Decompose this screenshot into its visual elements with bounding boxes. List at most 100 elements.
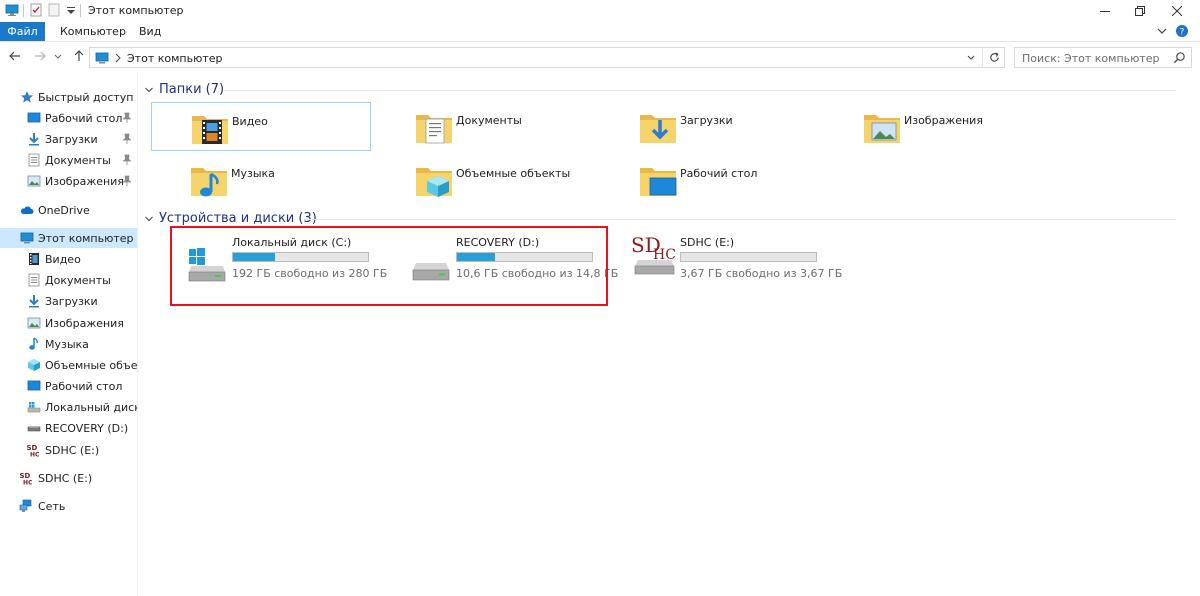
3d-objects-icon bbox=[28, 359, 40, 371]
forward-arrow-icon[interactable] bbox=[33, 49, 47, 63]
tab-file[interactable]: Файл bbox=[0, 22, 45, 41]
breadcrumb-this-pc[interactable]: Этот компьютер bbox=[127, 52, 223, 65]
drive-name: SDHC (E:) bbox=[680, 236, 735, 249]
close-button[interactable] bbox=[1154, 0, 1200, 22]
drive-tile-sdhc-e[interactable]: SD HC SDHC (E:) 3,67 ГБ свободно из 3,67… bbox=[618, 233, 842, 292]
nav-item-video[interactable]: Видео bbox=[0, 249, 137, 269]
folder-tile-video[interactable]: Видео bbox=[151, 102, 371, 151]
search-box[interactable]: Поиск: Этот компьютер bbox=[1014, 47, 1192, 68]
pin-icon[interactable] bbox=[122, 154, 132, 166]
folder-tile-music[interactable]: Музыка bbox=[151, 155, 371, 204]
nav-label: Видео bbox=[45, 253, 81, 266]
music-icon bbox=[29, 337, 38, 350]
folder-label: Рабочий стол bbox=[680, 167, 758, 180]
nav-item-downloads[interactable]: Загрузки bbox=[0, 291, 137, 311]
folder-label: Музыка bbox=[231, 167, 275, 180]
properties-icon[interactable] bbox=[29, 3, 43, 17]
folders-group-header[interactable]: Папки (7) bbox=[144, 82, 1180, 98]
computer-icon bbox=[20, 232, 34, 244]
customize-toolbar-icon[interactable] bbox=[64, 3, 78, 17]
address-bar[interactable]: Этот компьютер bbox=[89, 47, 1005, 68]
new-folder-icon[interactable] bbox=[47, 3, 61, 17]
windows-drive-icon bbox=[27, 402, 41, 413]
group-divider bbox=[304, 219, 1176, 220]
drive-icon bbox=[27, 426, 41, 432]
window-title: Этот компьютер bbox=[88, 4, 184, 17]
nav-label: Загрузки bbox=[45, 133, 98, 146]
nav-item-this-pc[interactable]: Этот компьютер bbox=[0, 228, 137, 248]
folder-tile-pictures[interactable]: Изображения bbox=[824, 102, 1044, 151]
toolbar-separator bbox=[23, 4, 24, 17]
nav-item-3d-objects[interactable]: Объемные объекты bbox=[0, 355, 138, 375]
nav-item-downloads-pinned[interactable]: Загрузки bbox=[0, 129, 137, 149]
nav-label: SDHC (E:) bbox=[38, 472, 93, 485]
computer-icon[interactable] bbox=[5, 3, 19, 17]
folder-label: Документы bbox=[456, 114, 522, 127]
drives-group-header[interactable]: Устройства и диски (3) bbox=[144, 211, 1180, 227]
nav-item-documents[interactable]: Документы bbox=[0, 270, 137, 290]
chevron-down-icon[interactable] bbox=[144, 85, 154, 95]
nav-item-pictures-pinned[interactable]: Изображения bbox=[0, 171, 137, 191]
toolbar-separator bbox=[80, 4, 81, 17]
help-icon[interactable]: ? bbox=[1175, 24, 1189, 38]
folder-tile-3d-objects[interactable]: Объемные объекты bbox=[376, 155, 596, 204]
nav-item-local-disk-c[interactable]: Локальный диск (C:) bbox=[0, 397, 137, 417]
folder-label: Загрузки bbox=[680, 114, 733, 127]
downloads-folder-icon bbox=[640, 115, 676, 143]
nav-label: OneDrive bbox=[38, 204, 90, 217]
nav-item-network[interactable]: Сеть bbox=[0, 496, 137, 516]
pin-icon[interactable] bbox=[122, 133, 132, 145]
documents-folder-icon bbox=[416, 115, 452, 144]
svg-text:HC: HC bbox=[23, 480, 33, 486]
address-dropdown-icon[interactable] bbox=[966, 53, 976, 63]
cloud-icon bbox=[20, 206, 34, 214]
address-divider bbox=[982, 48, 983, 67]
breadcrumb-chevron-icon[interactable] bbox=[114, 53, 122, 63]
nav-item-sdhc-e-root[interactable]: SD HC SDHC (E:) bbox=[0, 468, 137, 488]
tab-computer[interactable]: Компьютер bbox=[50, 22, 136, 41]
nav-item-sdhc-e[interactable]: SD HC SDHC (E:) bbox=[0, 440, 137, 460]
folder-tile-desktop[interactable]: Рабочий стол bbox=[600, 155, 820, 204]
vertical-scrollbar[interactable] bbox=[1185, 72, 1200, 596]
restore-icon bbox=[1135, 6, 1145, 16]
tab-view[interactable]: Вид bbox=[129, 22, 171, 41]
nav-item-documents-pinned[interactable]: Документы bbox=[0, 150, 137, 170]
expand-ribbon-icon[interactable] bbox=[1155, 24, 1169, 38]
nav-item-quick-access[interactable]: Быстрый доступ bbox=[0, 87, 137, 107]
nav-label: Документы bbox=[45, 154, 111, 167]
nav-item-onedrive[interactable]: OneDrive bbox=[0, 200, 137, 220]
nav-label: Сеть bbox=[38, 500, 66, 513]
nav-item-recovery-d[interactable]: RECOVERY (D:) bbox=[0, 418, 137, 438]
nav-label: Объемные объекты bbox=[45, 359, 138, 372]
navigation-pane: Быстрый доступ Рабочий стол Загрузки Док… bbox=[0, 72, 138, 596]
nav-item-music[interactable]: Музыка bbox=[0, 334, 137, 354]
documents-icon bbox=[28, 273, 40, 287]
nav-label: Изображения bbox=[45, 175, 124, 188]
nav-label: Рабочий стол bbox=[45, 380, 123, 393]
highlight-annotation bbox=[170, 226, 608, 306]
nav-item-pictures[interactable]: Изображения bbox=[0, 313, 137, 333]
pin-icon[interactable] bbox=[122, 112, 132, 124]
search-icon[interactable] bbox=[1173, 51, 1186, 64]
nav-item-desktop-pinned[interactable]: Рабочий стол bbox=[0, 108, 137, 128]
folder-label: Изображения bbox=[904, 114, 983, 127]
chevron-down-icon[interactable] bbox=[144, 214, 154, 224]
group-divider bbox=[224, 90, 1176, 91]
nav-item-desktop[interactable]: Рабочий стол bbox=[0, 376, 137, 396]
folder-tile-documents[interactable]: Документы bbox=[376, 102, 596, 151]
3d-objects-folder-icon bbox=[416, 168, 452, 197]
folder-tile-downloads[interactable]: Загрузки bbox=[600, 102, 820, 151]
documents-icon bbox=[28, 153, 40, 167]
back-arrow-icon[interactable] bbox=[8, 49, 22, 63]
folder-label: Объемные объекты bbox=[456, 167, 571, 180]
refresh-icon[interactable] bbox=[988, 51, 1001, 64]
star-icon bbox=[21, 91, 33, 103]
up-arrow-icon[interactable] bbox=[72, 49, 86, 63]
pin-icon[interactable] bbox=[122, 175, 132, 187]
search-input[interactable]: Поиск: Этот компьютер bbox=[1022, 52, 1160, 65]
desktop-folder-icon bbox=[640, 168, 677, 196]
nav-label: RECOVERY (D:) bbox=[45, 422, 129, 435]
sdhc-icon: SD HC bbox=[27, 444, 41, 457]
recent-locations-icon[interactable] bbox=[53, 49, 63, 63]
desktop-icon bbox=[27, 380, 41, 391]
